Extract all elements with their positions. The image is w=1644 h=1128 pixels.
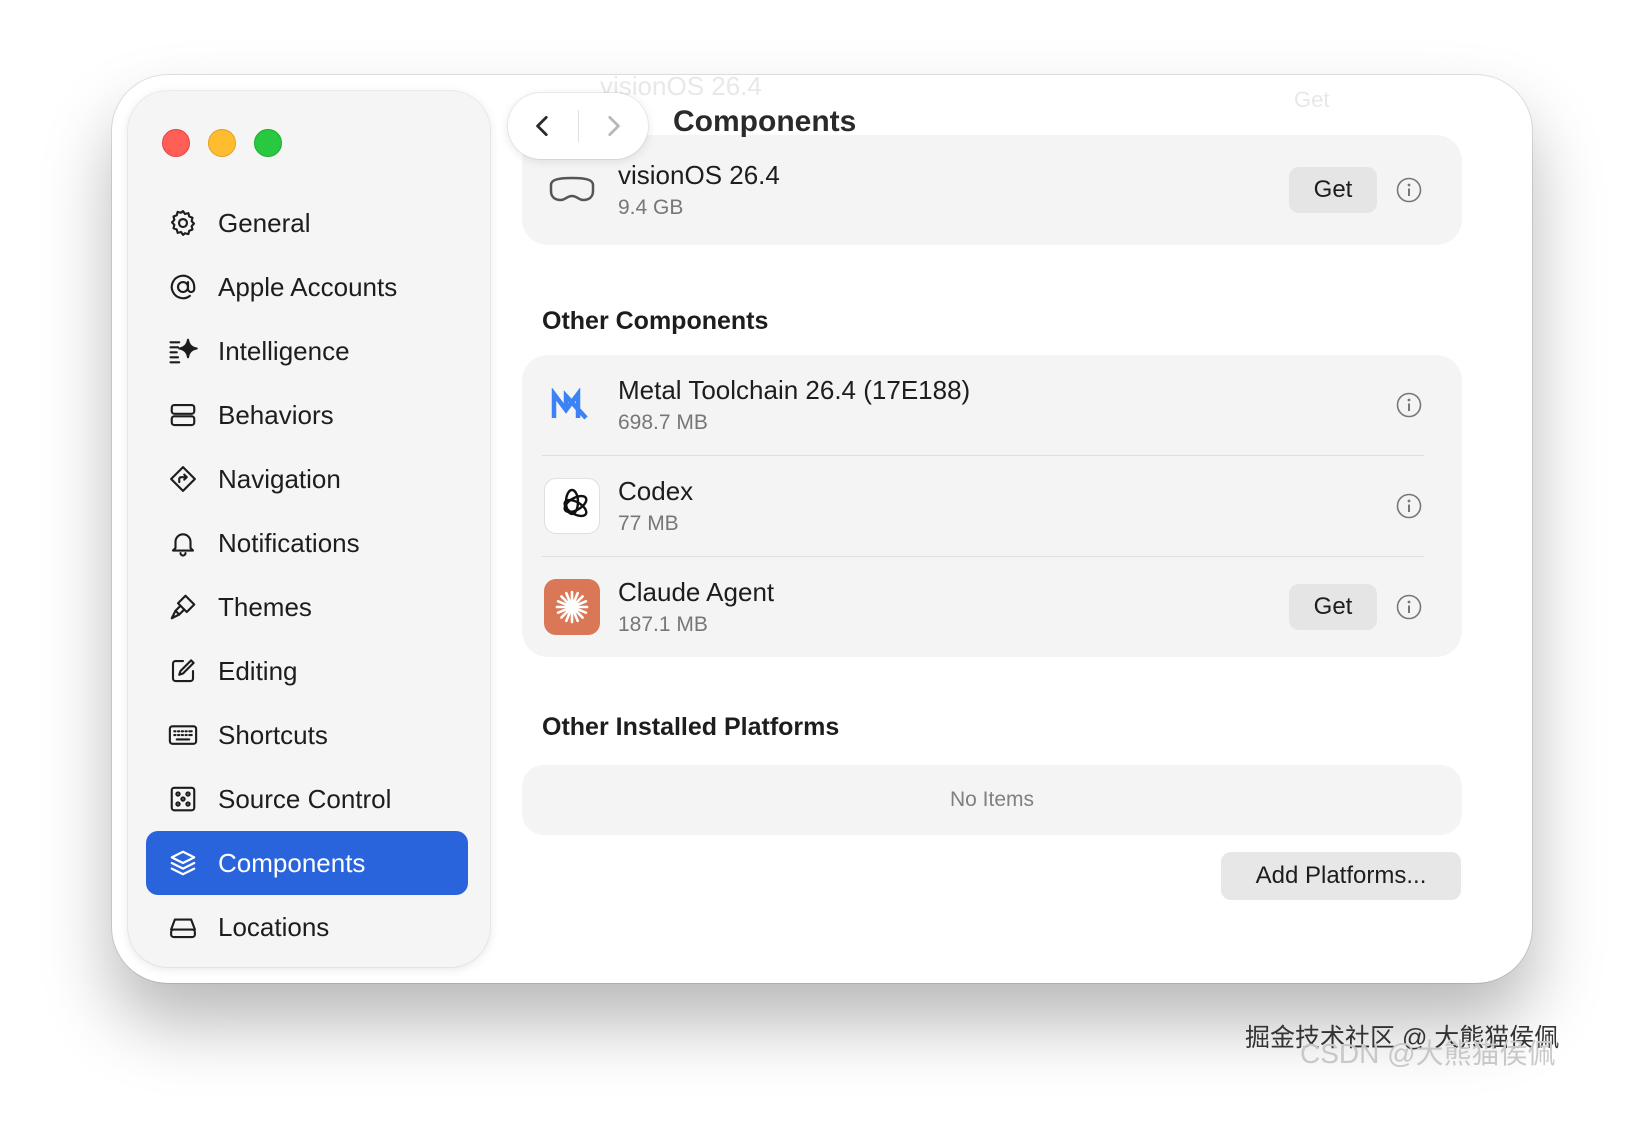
scrolled-get-ghost: Get <box>1294 87 1330 112</box>
chevron-left-icon <box>535 115 548 137</box>
bell-icon <box>166 526 200 560</box>
sidebar-item-notifications[interactable]: Notifications <box>146 511 468 575</box>
sidebar-item-label: Notifications <box>218 527 360 558</box>
sidebar-item-label: Components <box>218 847 366 878</box>
keyboard-icon <box>166 718 200 752</box>
chevron-right-icon <box>608 115 621 137</box>
sidebar-item-label: Shortcuts <box>218 719 328 750</box>
openai-icon <box>544 478 600 534</box>
component-size: 9.4 GB <box>618 196 684 219</box>
component-name: Claude Agent <box>618 577 775 607</box>
sidebar-item-label: General <box>218 207 311 238</box>
forward-button[interactable] <box>579 93 649 159</box>
info-icon[interactable] <box>1396 594 1422 620</box>
component-name: Codex <box>618 476 694 506</box>
sidebar-item-label: Apple Accounts <box>218 271 398 302</box>
empty-state: No Items <box>522 765 1462 835</box>
list-item-visionos: visionOS 26.4 9.4 GB Get <box>522 140 1462 240</box>
sidebar-item-label: Themes <box>218 591 312 622</box>
sidebar-item-label: Navigation <box>218 463 341 494</box>
component-size: 77 MB <box>618 512 679 535</box>
sidebar-item-components[interactable]: Components <box>146 831 468 895</box>
section-heading-other-components: Other Components <box>542 307 769 335</box>
sidebar: General Apple Accounts Intelligence Beha… <box>128 91 490 967</box>
list-item-metal-toolchain: Metal Toolchain 26.4 (17E188) 698.7 MB <box>522 355 1462 455</box>
sidebar-item-general[interactable]: General <box>146 191 468 255</box>
source-control-icon <box>166 782 200 816</box>
vision-pro-icon <box>544 162 600 218</box>
add-platforms-button[interactable]: Add Platforms... <box>1221 852 1461 900</box>
at-sign-icon <box>166 270 200 304</box>
behaviors-icon <box>166 398 200 432</box>
sidebar-item-label: Behaviors <box>218 399 334 430</box>
list-item-codex: Codex 77 MB <box>522 456 1462 556</box>
watermark-line2: CSDN @大熊猫侯佩 <box>1300 1038 1556 1069</box>
components-card: Metal Toolchain 26.4 (17E188) 698.7 MB C… <box>522 355 1462 657</box>
component-name: visionOS 26.4 <box>618 160 780 190</box>
sidebar-item-label: Locations <box>218 911 330 942</box>
page-title: Components <box>673 105 857 138</box>
sidebar-item-navigation[interactable]: Navigation <box>146 447 468 511</box>
info-icon[interactable] <box>1396 392 1422 418</box>
edit-icon <box>166 654 200 688</box>
info-icon[interactable] <box>1396 493 1422 519</box>
navigation-icon <box>166 462 200 496</box>
claude-icon <box>544 579 600 635</box>
sidebar-item-label: Intelligence <box>218 335 350 366</box>
stack-icon <box>166 846 200 880</box>
sidebar-item-apple-accounts[interactable]: Apple Accounts <box>146 255 468 319</box>
close-window-button[interactable] <box>162 129 190 157</box>
sidebar-item-themes[interactable]: Themes <box>146 575 468 639</box>
back-button[interactable] <box>508 93 578 159</box>
info-icon[interactable] <box>1396 177 1422 203</box>
platform-card: visionOS 26.4 9.4 GB Get <box>522 135 1462 245</box>
sidebar-item-label: Editing <box>218 655 298 686</box>
component-size: 187.1 MB <box>618 613 708 636</box>
navigation-toolbar <box>508 93 648 159</box>
sidebar-nav: General Apple Accounts Intelligence Beha… <box>146 191 468 959</box>
metal-icon <box>544 377 600 433</box>
sidebar-item-source-control[interactable]: Source Control <box>146 767 468 831</box>
get-button[interactable]: Get <box>1289 584 1377 630</box>
section-heading-installed-platforms: Other Installed Platforms <box>542 713 840 741</box>
minimize-window-button[interactable] <box>208 129 236 157</box>
sidebar-item-locations[interactable]: Locations <box>146 895 468 959</box>
sidebar-item-shortcuts[interactable]: Shortcuts <box>146 703 468 767</box>
component-name: Metal Toolchain 26.4 (17E188) <box>618 375 971 405</box>
gear-icon <box>166 206 200 240</box>
sidebar-item-behaviors[interactable]: Behaviors <box>146 383 468 447</box>
zoom-window-button[interactable] <box>254 129 282 157</box>
sparkle-icon <box>166 334 200 368</box>
list-item-claude-agent: Claude Agent 187.1 MB Get <box>522 557 1462 657</box>
paintbrush-icon <box>166 590 200 624</box>
sidebar-item-label: Source Control <box>218 783 392 814</box>
sidebar-item-intelligence[interactable]: Intelligence <box>146 319 468 383</box>
drive-icon <box>166 910 200 944</box>
sidebar-item-editing[interactable]: Editing <box>146 639 468 703</box>
component-size: 698.7 MB <box>618 411 708 434</box>
settings-window: General Apple Accounts Intelligence Beha… <box>112 75 1532 983</box>
get-button[interactable]: Get <box>1289 167 1377 213</box>
